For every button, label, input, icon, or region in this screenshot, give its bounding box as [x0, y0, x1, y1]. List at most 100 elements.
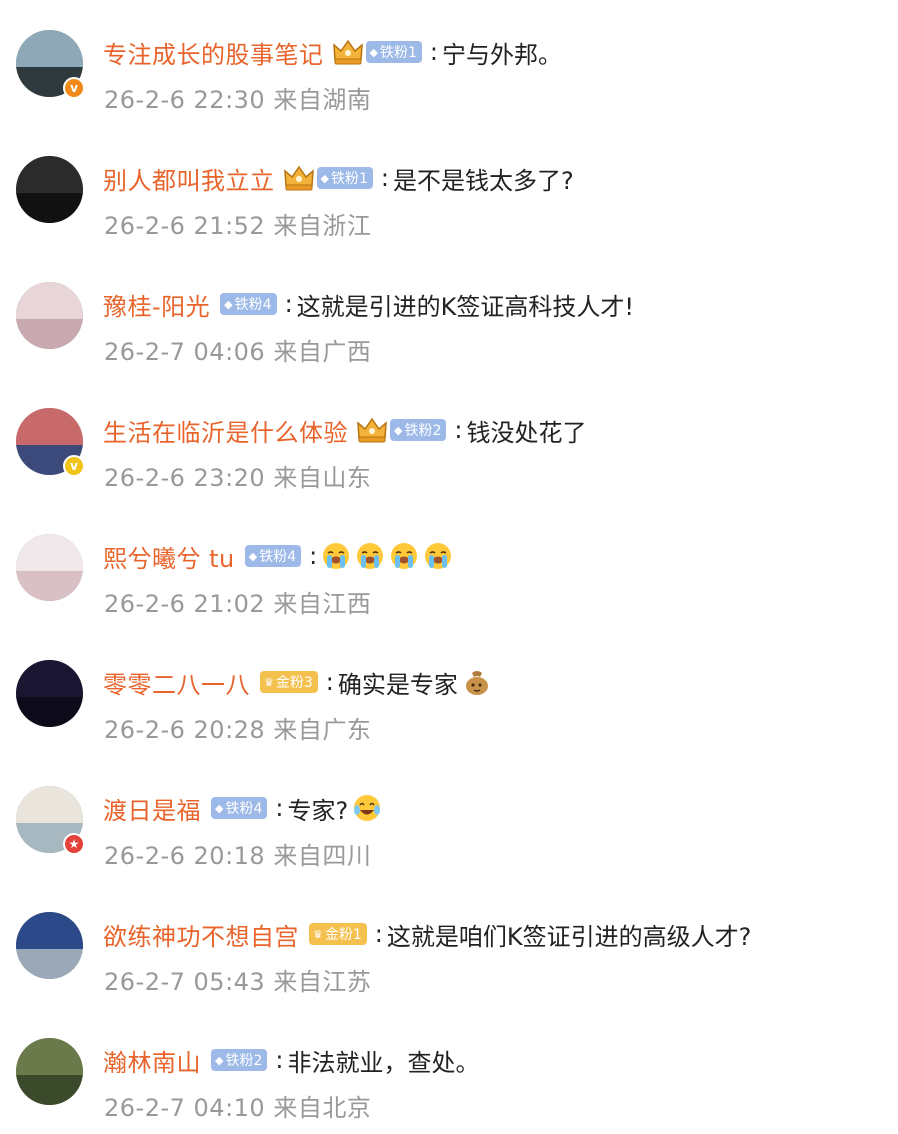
verified-badge-icon: v [63, 77, 85, 99]
fan-level-label: 铁粉4 [234, 297, 272, 313]
comment-text: 宁与外邦。 [441, 40, 562, 69]
username-link[interactable]: 别人都叫我立立 [103, 161, 275, 196]
comment-item[interactable]: 零零二八一八 ♛ 金粉3: 确实是专家 26-2-6 20:28 来自广东 [0, 630, 898, 756]
crown-icon [332, 38, 364, 66]
location-label: 来自山东 [273, 464, 372, 492]
location-label: 来自广西 [273, 338, 372, 366]
username-link[interactable]: 豫桂-阳光 [103, 287, 210, 322]
fan-level-label: 铁粉4 [225, 801, 263, 817]
diamond-icon: ◆ [248, 549, 258, 563]
avatar[interactable]: ★ [16, 786, 85, 855]
colon-separator: : [275, 1046, 284, 1074]
fan-level-badge[interactable]: ◆ 铁粉1 [316, 167, 373, 189]
timestamp: 26-2-6 21:02 [104, 590, 266, 618]
comment-item[interactable]: 豫桂-阳光 ◆ 铁粉4: 这就是引进的K签证高科技人才! 26-2-7 04:06 来自… [0, 252, 898, 378]
diamond-icon: ◆ [215, 1053, 224, 1067]
colon-separator: : [275, 794, 284, 822]
fan-level-badge[interactable]: ♛ 金粉1 [309, 923, 367, 945]
crown-icon [283, 164, 315, 192]
location-label: 来自四川 [273, 842, 372, 870]
colon-separator: : [325, 668, 334, 696]
crying-face-icon [355, 541, 385, 571]
diamond-icon: ◆ [320, 171, 329, 185]
laughing-tears-icon [352, 793, 382, 823]
colon-separator: : [429, 38, 438, 66]
fan-level-label: 铁粉4 [259, 549, 297, 565]
comment-item[interactable]: 瀚林南山 ◆ 铁粉2: 非法就业，查处。 26-2-7 04:10 来自北京 [0, 1008, 898, 1134]
location-label: 来自江西 [273, 590, 372, 618]
avatar[interactable] [16, 1038, 83, 1105]
diamond-icon: ◆ [215, 801, 224, 815]
timestamp: 26-2-6 23:20 [104, 464, 266, 492]
fan-level-badge[interactable]: ◆ 铁粉1 [365, 41, 422, 63]
colon-separator: : [374, 920, 383, 948]
avatar[interactable]: v [16, 408, 85, 477]
comment-text: 这就是引进的K签证高科技人才! [296, 292, 635, 321]
comment-meta: 26-2-6 20:28 来自广东 [104, 710, 371, 745]
comment-text: 确实是专家 [337, 670, 458, 699]
fan-level-badge[interactable]: ◆ 铁粉4 [211, 797, 268, 819]
fan-level-badge[interactable]: ◆ 铁粉2 [390, 419, 447, 441]
colon-separator: : [454, 416, 463, 444]
comment-item[interactable]: ★ 渡日是福 ◆ 铁粉4: 专家? 26-2-6 20:18 来自四川 [0, 756, 898, 882]
comment-meta: 26-2-6 21:02 来自江西 [104, 584, 371, 619]
fan-level-badge[interactable]: ♛ 金粉3 [260, 671, 318, 693]
fan-level-label: 铁粉2 [225, 1053, 263, 1069]
fan-level-label: 铁粉1 [330, 171, 368, 187]
username-link[interactable]: 生活在临沂是什么体验 [103, 413, 348, 448]
timestamp: 26-2-6 20:18 [104, 842, 266, 870]
comment-text: 这就是咱们K签证引进的高级人才? [386, 922, 752, 951]
username-link[interactable]: 瀚林南山 [103, 1043, 201, 1078]
location-label: 来自北京 [273, 1094, 372, 1122]
comment-meta: 26-2-6 23:20 来自山东 [104, 458, 371, 493]
username-link[interactable]: 渡日是福 [103, 791, 201, 826]
comment-item[interactable]: v 专注成长的股事笔记 ◆ 铁粉1: 宁与外邦。 26-2-6 22:30 来自湖南 [0, 0, 898, 126]
comment-item[interactable]: 别人都叫我立立 ◆ 铁粉1: 是不是钱太多了? 26-2-6 21:52 来自浙江 [0, 126, 898, 252]
star-badge-icon: ★ [63, 833, 85, 855]
comment-meta: 26-2-6 20:18 来自四川 [104, 836, 371, 871]
username-link[interactable]: 零零二八一八 [103, 665, 250, 700]
avatar[interactable] [16, 660, 83, 727]
comment-meta: 26-2-6 22:30 来自湖南 [104, 80, 371, 115]
fan-level-badge[interactable]: ◆ 铁粉4 [244, 545, 302, 567]
location-label: 来自浙江 [273, 212, 372, 240]
fan-level-label: 铁粉1 [379, 45, 417, 61]
colon-separator: : [284, 290, 293, 318]
timestamp: 26-2-6 20:28 [104, 716, 266, 744]
colon-separator: : [309, 542, 318, 570]
crying-face-icon [389, 541, 419, 571]
fan-level-badge[interactable]: ◆ 铁粉4 [220, 293, 277, 315]
comment-text: 钱没处花了 [466, 418, 587, 447]
diamond-icon: ◆ [369, 45, 378, 59]
crying-face-icon [321, 541, 351, 571]
fan-level-label: 铁粉2 [404, 423, 442, 439]
fan-level-badge[interactable]: ◆ 铁粉2 [211, 1049, 268, 1071]
timestamp: 26-2-6 21:52 [104, 212, 266, 240]
username-link[interactable]: 欲练神功不想自宫 [103, 917, 299, 952]
username-link[interactable]: 专注成长的股事笔记 [103, 35, 324, 70]
fan-level-label: 金粉1 [324, 927, 362, 943]
comment-item[interactable]: 欲练神功不想自宫 ♛ 金粉1: 这就是咱们K签证引进的高级人才? 26-2-7 05:4… [0, 882, 898, 1008]
crying-face-icon [423, 541, 453, 571]
username-link[interactable]: 熙兮曦兮 tu [103, 539, 235, 574]
crown-gem-icon: ♛ [313, 927, 323, 941]
diamond-icon: ◆ [394, 423, 403, 437]
comment-text: 非法就业，查处。 [287, 1048, 480, 1077]
location-label: 来自江苏 [273, 968, 372, 996]
timestamp: 26-2-7 05:43 [104, 968, 266, 996]
fan-level-label: 金粉3 [275, 675, 313, 691]
avatar[interactable] [16, 534, 83, 601]
timestamp: 26-2-7 04:10 [104, 1094, 266, 1122]
money-bag-icon [462, 667, 492, 697]
comment-meta: 26-2-6 21:52 来自浙江 [104, 206, 371, 241]
avatar[interactable] [16, 282, 83, 349]
comment-meta: 26-2-7 04:06 来自广西 [104, 332, 371, 367]
timestamp: 26-2-7 04:06 [104, 338, 266, 366]
comment-item[interactable]: 熙兮曦兮 tu ◆ 铁粉4: 26-2-6 21:02 来自江西 [0, 504, 898, 630]
timestamp: 26-2-6 22:30 [104, 86, 266, 114]
avatar[interactable]: v [16, 30, 85, 99]
avatar[interactable] [16, 156, 83, 223]
avatar[interactable] [16, 912, 83, 979]
comment-item[interactable]: v 生活在临沂是什么体验 ◆ 铁粉2: 钱没处花了 26-2-6 23:20 来自山东 [0, 378, 898, 504]
crown-icon [356, 416, 388, 444]
